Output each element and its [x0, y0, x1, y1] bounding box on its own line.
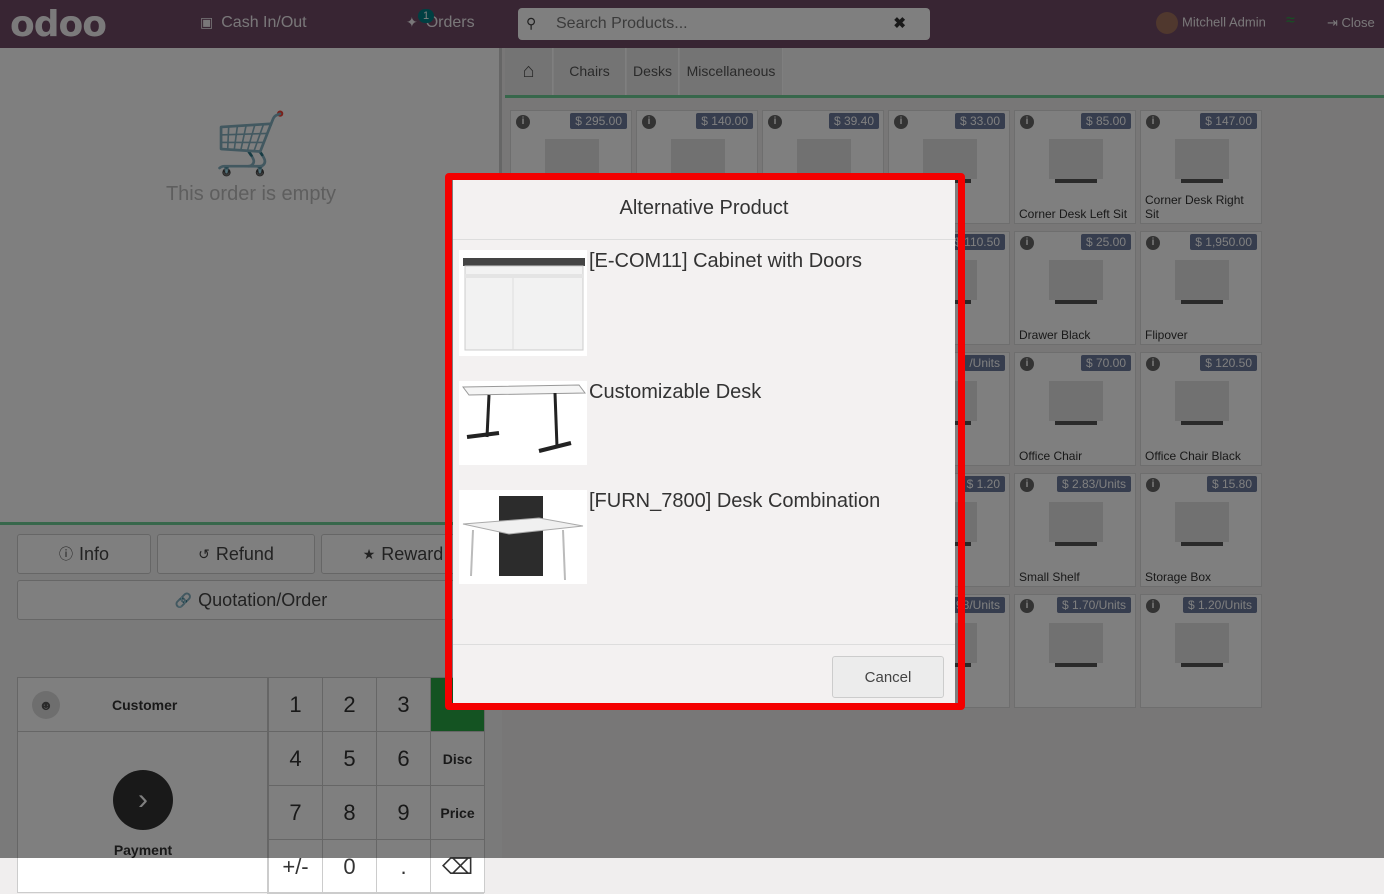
alternative-item[interactable]: Customizable Desk	[459, 381, 949, 489]
dialog-title: Alternative Product	[453, 180, 955, 240]
alternative-name: [FURN_7800] Desk Combination	[589, 490, 881, 512]
product-image	[459, 250, 587, 356]
product-image	[459, 490, 587, 584]
cancel-button[interactable]: Cancel	[832, 656, 944, 698]
alternative-item[interactable]: [FURN_7800] Desk Combination	[459, 490, 949, 598]
product-image	[459, 381, 587, 465]
alternative-item[interactable]: [E-COM11] Cabinet with Doors	[459, 250, 949, 358]
alternative-name: Customizable Desk	[589, 381, 762, 403]
alternative-name: [E-COM11] Cabinet with Doors	[589, 250, 863, 272]
alternative-product-dialog: Alternative Product [E-COM11] Cabinet wi…	[453, 180, 955, 703]
dialog-footer: Cancel	[453, 644, 955, 703]
